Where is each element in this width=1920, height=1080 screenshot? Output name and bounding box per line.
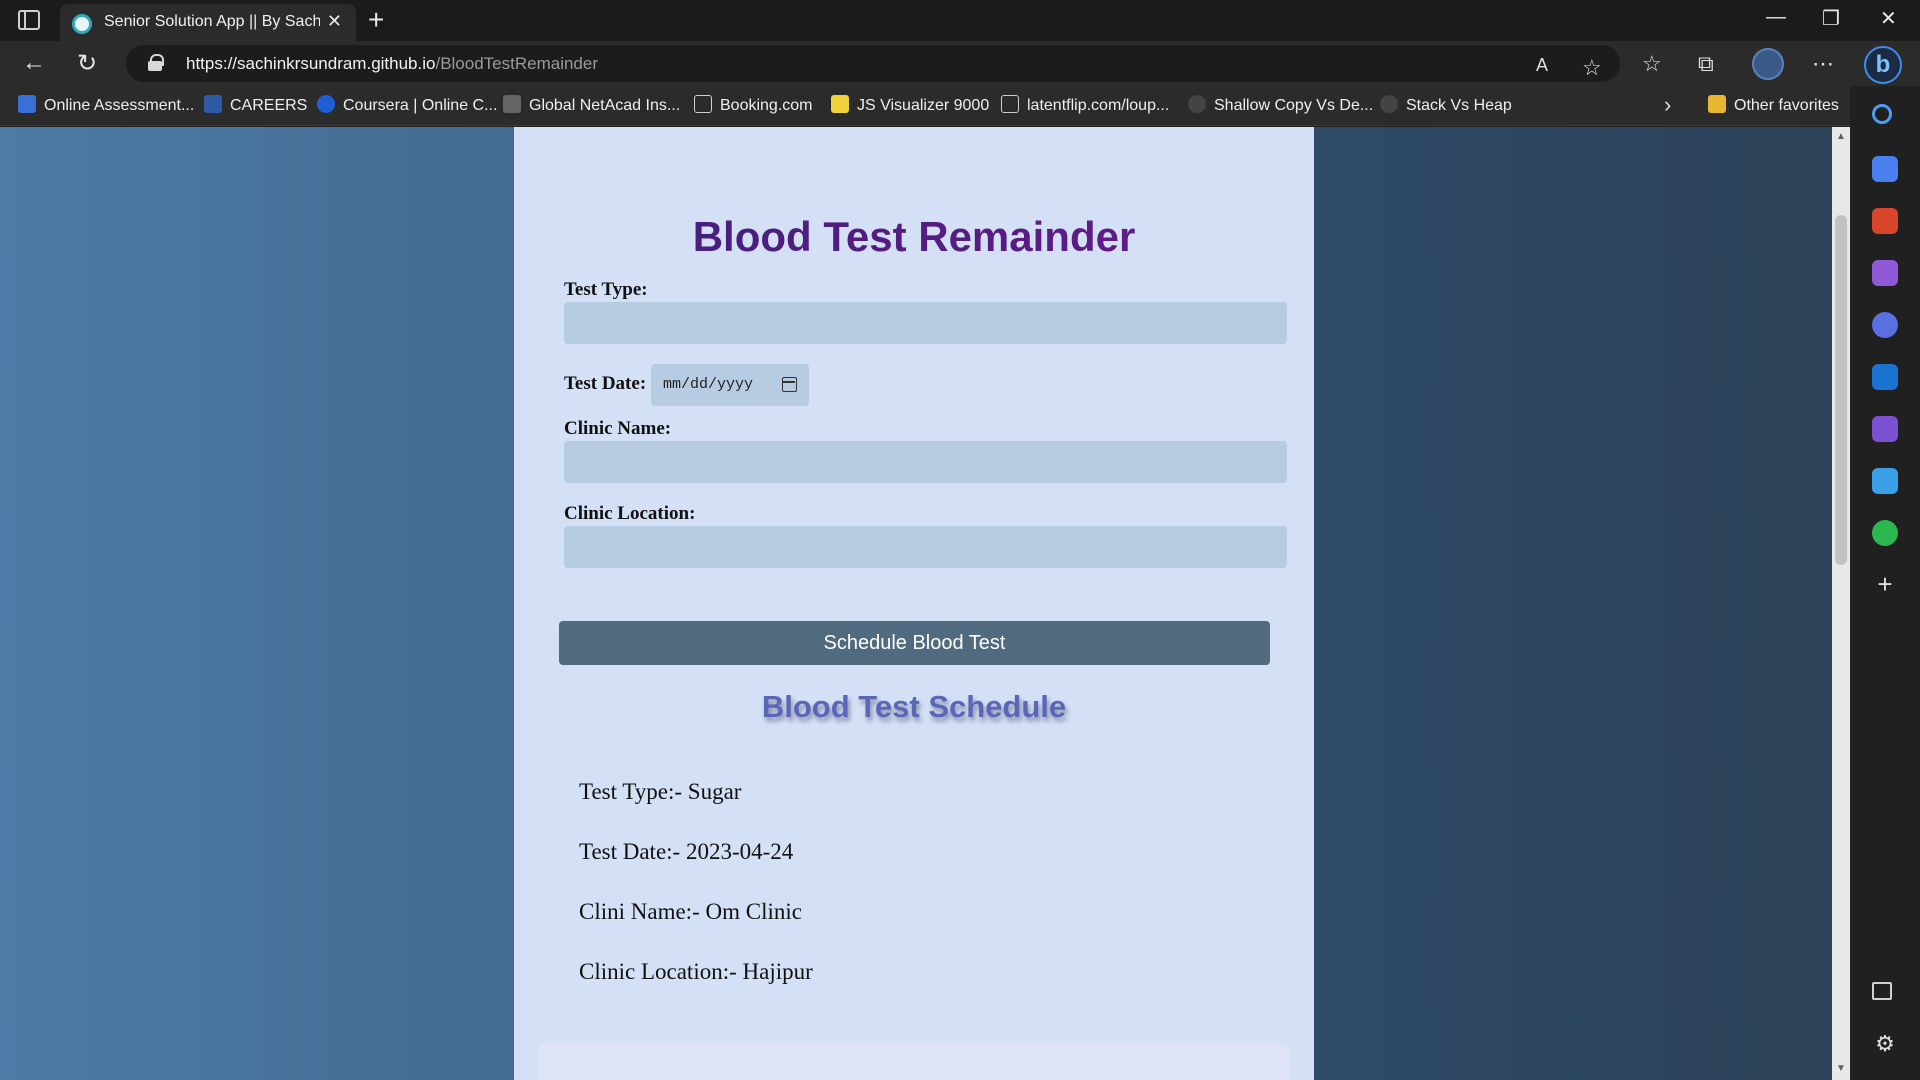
lock-icon[interactable] <box>148 54 164 71</box>
bing-chat-icon[interactable]: b <box>1864 46 1902 84</box>
favorite-site-icon <box>18 95 36 113</box>
github-icon <box>1188 95 1206 113</box>
tools-icon[interactable] <box>1872 208 1898 234</box>
settings-more-icon[interactable]: ⋯ <box>1812 51 1834 77</box>
favorite-coursera[interactable]: Coursera | Online C... <box>317 95 497 115</box>
test-date-input[interactable]: mm/dd/yyyy <box>651 364 809 406</box>
favorite-js-visualizer[interactable]: JS Visualizer 9000 <box>831 95 989 115</box>
github-icon <box>1380 95 1398 113</box>
favorites-bar: Online Assessment... CAREERS Coursera | … <box>0 86 1850 126</box>
other-favorites[interactable]: Other favorites <box>1708 95 1839 115</box>
back-icon[interactable]: ← <box>22 49 46 77</box>
schedule-test-date: Test Date:- 2023-04-24 <box>579 839 794 864</box>
tab-title: Senior Solution App || By Sachink <box>104 13 320 30</box>
close-tab-icon[interactable]: ✕ <box>327 11 342 32</box>
send-icon[interactable] <box>1872 468 1898 494</box>
favorite-careers[interactable]: CAREERS <box>204 95 307 115</box>
restore-icon[interactable]: ❐ <box>1822 6 1840 31</box>
refresh-icon[interactable]: ↻ <box>77 49 97 78</box>
favorite-latentflip[interactable]: latentflip.com/loup... <box>1001 95 1169 115</box>
folder-icon <box>1708 95 1726 113</box>
site-favicon-icon <box>72 14 92 34</box>
browser-toolbar: ← ↻ https://sachinkrsundram.github.io/Bl… <box>0 41 1920 86</box>
tab-actions-icon[interactable] <box>18 10 40 30</box>
favorite-shallow-copy[interactable]: Shallow Copy Vs De... <box>1188 95 1373 115</box>
favorite-netacad[interactable]: Global NetAcad Ins... <box>503 95 680 115</box>
favorite-online-assessment[interactable]: Online Assessment... <box>18 95 194 115</box>
sidebar-panel-icon[interactable] <box>1872 982 1892 1000</box>
profile-avatar[interactable] <box>1752 48 1784 80</box>
page-icon <box>1001 95 1019 113</box>
favorite-site-icon <box>317 95 335 113</box>
page-icon <box>694 95 712 113</box>
url-text: https://sachinkrsundram.github.io/BloodT… <box>186 54 598 73</box>
gear-icon[interactable]: ⚙ <box>1872 1032 1898 1058</box>
schedule-test-type: Test Type:- Sugar <box>579 779 742 804</box>
schedule-heading: Blood Test Schedule <box>761 689 1067 724</box>
favorite-site-icon <box>503 95 521 113</box>
schedule-clinic-location: Clinic Location:- Hajipur <box>579 959 813 984</box>
calendar-icon[interactable] <box>782 377 797 392</box>
collections-icon[interactable]: ⧉ <box>1698 51 1714 77</box>
chevron-right-icon[interactable]: › <box>1664 92 1671 118</box>
page-viewport: Blood Test Remainder Test Type: Test Dat… <box>0 127 1832 1080</box>
test-type-label: Test Type: <box>564 279 648 300</box>
scroll-down-icon[interactable]: ▼ <box>1836 1063 1846 1074</box>
app-card: Blood Test Remainder Test Type: Test Dat… <box>514 127 1314 1080</box>
scroll-up-icon[interactable]: ▲ <box>1836 131 1846 142</box>
add-icon[interactable]: + <box>1872 571 1898 598</box>
scrollbar-thumb[interactable] <box>1835 215 1847 565</box>
microsoft365-icon[interactable] <box>1872 312 1898 338</box>
page-scrollbar[interactable]: ▲ ▼ <box>1832 127 1850 1080</box>
favorite-booking[interactable]: Booking.com <box>694 95 813 115</box>
outlook-icon[interactable] <box>1872 364 1898 390</box>
read-aloud-icon[interactable]: A <box>1536 55 1548 76</box>
favorites-icon[interactable]: ☆ <box>1642 51 1662 77</box>
games-icon[interactable] <box>1872 260 1898 286</box>
footer-panel <box>539 1043 1289 1080</box>
clinic-name-label: Clinic Name: <box>564 418 672 439</box>
test-date-label: Test Date: <box>564 373 647 394</box>
favorite-site-icon <box>204 95 222 113</box>
active-tab[interactable]: Senior Solution App || By Sachink ✕ <box>60 4 356 41</box>
test-type-input[interactable] <box>564 302 1287 344</box>
page-title: Blood Test Remainder <box>514 213 1314 261</box>
designer-icon[interactable] <box>1872 416 1898 442</box>
address-bar[interactable]: https://sachinkrsundram.github.io/BloodT… <box>126 45 1620 82</box>
shopping-icon[interactable] <box>1872 156 1898 182</box>
date-placeholder: mm/dd/yyyy <box>663 376 754 393</box>
clinic-location-label: Clinic Location: <box>564 503 696 524</box>
clinic-name-input[interactable] <box>564 441 1287 483</box>
tree-icon[interactable] <box>1872 520 1898 546</box>
schedule-blood-test-button[interactable]: Schedule Blood Test <box>559 621 1270 665</box>
search-icon[interactable] <box>1872 104 1892 124</box>
add-favorite-icon[interactable]: ☆ <box>1582 55 1602 81</box>
tab-strip: Senior Solution App || By Sachink ✕ + — … <box>0 0 1920 41</box>
favorite-site-icon <box>831 95 849 113</box>
favorite-stack-heap[interactable]: Stack Vs Heap <box>1380 95 1512 115</box>
schedule-clinic-name: Clini Name:- Om Clinic <box>579 899 802 924</box>
edge-sidebar: + ⚙ <box>1850 86 1920 1080</box>
new-tab-icon[interactable]: + <box>368 4 384 36</box>
close-window-icon[interactable]: ✕ <box>1880 6 1897 31</box>
clinic-location-input[interactable] <box>564 526 1287 568</box>
minimize-icon[interactable]: — <box>1766 6 1786 29</box>
